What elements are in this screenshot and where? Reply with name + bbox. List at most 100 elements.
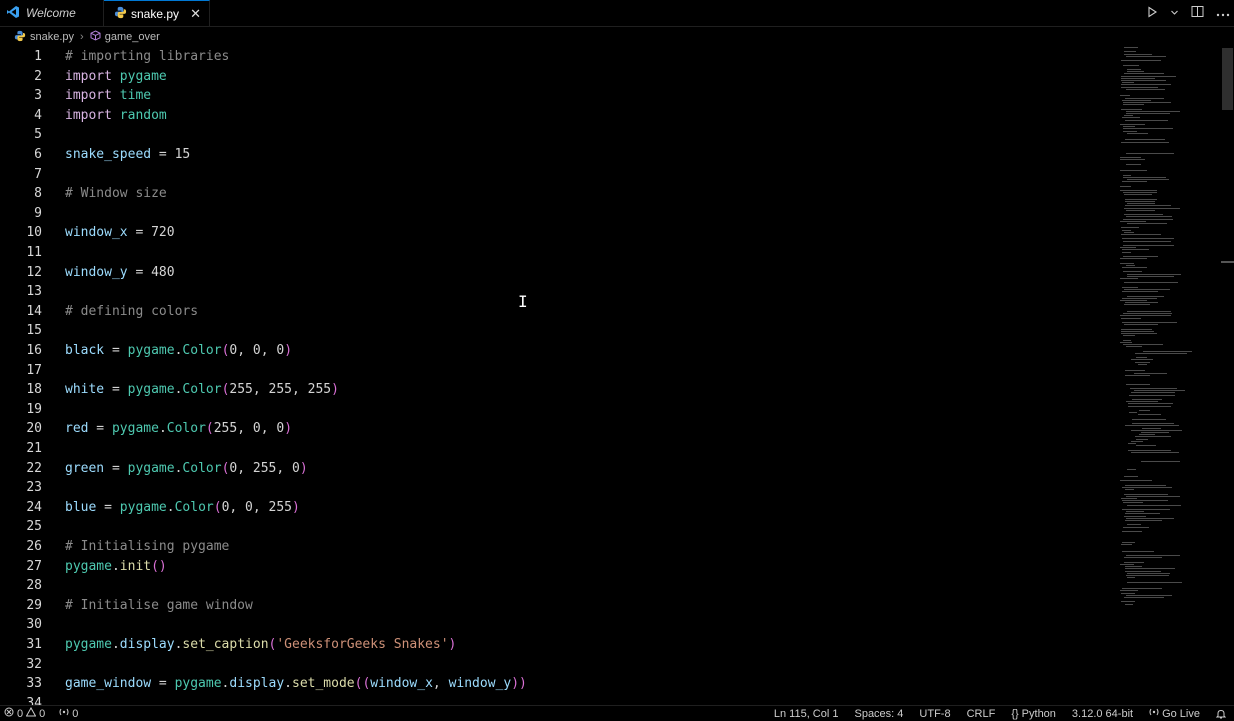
minimap-line: [1122, 238, 1174, 240]
python-icon: [114, 6, 127, 22]
code-line[interactable]: 7: [0, 165, 1116, 185]
code-text: # importing libraries: [65, 47, 229, 67]
code-line[interactable]: 27 pygame.init(): [0, 557, 1116, 577]
indentation[interactable]: Spaces: 4: [854, 708, 903, 720]
code-token: Color: [182, 460, 222, 476]
minimap-line: [1141, 432, 1169, 433]
code-line[interactable]: 26 # Initialising pygame: [0, 537, 1116, 557]
code-line[interactable]: 24 blue = pygame.Color(0, 0, 255): [0, 498, 1116, 518]
breadcrumb-file-label: snake.py: [30, 31, 75, 43]
minimap-line: [1126, 594, 1173, 596]
ports-status[interactable]: 0: [59, 707, 78, 720]
run-icon[interactable]: [1146, 5, 1158, 21]
minimap-line: [1122, 286, 1138, 288]
minimap[interactable]: [1116, 47, 1220, 705]
code-line[interactable]: 20 red = pygame.Color(255, 0, 0): [0, 419, 1116, 439]
code-line[interactable]: 25: [0, 517, 1116, 537]
minimap-line: [1124, 515, 1147, 517]
code-token: =: [151, 147, 175, 162]
code-line[interactable]: 9: [0, 204, 1116, 224]
python-interpreter[interactable]: 3.12.0 64-bit: [1072, 708, 1133, 720]
minimap-line: [1122, 550, 1155, 552]
code-line[interactable]: 12 window_y = 480: [0, 263, 1116, 283]
minimap-line: [1121, 317, 1141, 319]
minimap-line: [1125, 119, 1169, 121]
code-line[interactable]: 3 import time: [0, 86, 1116, 106]
tab-welcome[interactable]: Welcome: [0, 0, 104, 26]
code-line[interactable]: 18 white = pygame.Color(255, 255, 255): [0, 380, 1116, 400]
code-line[interactable]: 22 green = pygame.Color(0, 255, 0): [0, 459, 1116, 479]
code-line[interactable]: 6 snake_speed = 15: [0, 145, 1116, 165]
code-token: .: [111, 558, 120, 574]
code-line[interactable]: 17: [0, 361, 1116, 381]
code-line[interactable]: 8 # Window size: [0, 184, 1116, 204]
code-token: time: [119, 88, 152, 104]
code-line[interactable]: 11: [0, 243, 1116, 263]
code-line[interactable]: 23: [0, 478, 1116, 498]
code-line[interactable]: 19: [0, 400, 1116, 420]
minimap-line: [1125, 302, 1159, 304]
minimap-line: [1131, 359, 1154, 361]
code-line[interactable]: 30: [0, 615, 1116, 635]
minimap-line: [1123, 130, 1137, 132]
minimap-line: [1121, 227, 1139, 229]
line-number: 26: [26, 539, 42, 554]
minimap-line: [1126, 511, 1145, 513]
code-line[interactable]: 14 # defining colors: [0, 302, 1116, 322]
line-number: 25: [26, 519, 42, 535]
minimap-line: [1122, 181, 1148, 183]
close-icon[interactable]: ✕: [190, 6, 201, 22]
vertical-scrollbar[interactable]: [1221, 47, 1234, 705]
encoding[interactable]: UTF-8: [919, 708, 950, 720]
language-label: Python: [1021, 707, 1056, 720]
code-line[interactable]: 34: [0, 694, 1116, 705]
minimap-line: [1120, 300, 1147, 301]
language-mode[interactable]: {} Python: [1011, 708, 1056, 720]
breadcrumb-symbol[interactable]: game_over: [90, 30, 160, 44]
breadcrumb-file[interactable]: snake.py: [14, 30, 74, 45]
line-number: 24: [26, 499, 42, 515]
code-token: 0, 0, 0: [229, 343, 285, 358]
code-line[interactable]: 29 # Initialise game window: [0, 596, 1116, 616]
code-text: # defining colors: [65, 302, 198, 322]
more-actions-icon[interactable]: [1216, 6, 1230, 20]
end-of-line[interactable]: CRLF: [967, 708, 996, 720]
line-number: 15: [26, 323, 42, 339]
minimap-line: [1127, 577, 1136, 579]
minimap-line: [1130, 388, 1178, 389]
minimap-line: [1126, 575, 1169, 576]
code-line[interactable]: 10 window_x = 720: [0, 223, 1116, 243]
minimap-line: [1125, 201, 1155, 202]
code-line[interactable]: 28: [0, 576, 1116, 596]
code-text: green = pygame.Color(0, 255, 0): [65, 459, 308, 479]
minimap-line: [1122, 229, 1132, 231]
minimap-line: [1125, 568, 1175, 570]
go-live-button[interactable]: Go Live: [1149, 707, 1200, 720]
code-line[interactable]: 2 import pygame: [0, 67, 1116, 87]
cursor-position[interactable]: Ln 115, Col 1: [774, 708, 839, 720]
code-line[interactable]: 15: [0, 321, 1116, 341]
minimap-line: [1131, 451, 1180, 453]
code-line[interactable]: 5: [0, 125, 1116, 145]
code-text: import random: [65, 106, 167, 126]
minimap-line: [1128, 405, 1171, 407]
code-line[interactable]: 13: [0, 282, 1116, 302]
tab-snake-py[interactable]: snake.py ✕: [104, 0, 210, 26]
problems-status[interactable]: 0 0: [4, 706, 45, 720]
code-line[interactable]: 33 game_window = pygame.display.set_mode(…: [0, 674, 1116, 694]
code-token: 480: [151, 264, 175, 280]
chevron-down-icon[interactable]: [1170, 6, 1179, 20]
code-line[interactable]: 16 black = pygame.Color(0, 0, 0): [0, 341, 1116, 361]
code-line[interactable]: 32: [0, 655, 1116, 675]
minimap-line: [1138, 363, 1147, 365]
code-line[interactable]: 1 # importing libraries: [0, 47, 1116, 67]
code-token: pygame: [119, 499, 167, 515]
code-line[interactable]: 31 pygame.display.set_caption('GeeksforGe…: [0, 635, 1116, 655]
code-line[interactable]: 4 import random: [0, 106, 1116, 126]
scrollbar-thumb[interactable]: [1222, 48, 1233, 110]
minimap-line: [1127, 295, 1165, 297]
split-editor-icon[interactable]: [1191, 5, 1204, 21]
code-editor[interactable]: 1 # importing libraries 2 import pygame 3 imp…: [0, 47, 1116, 705]
code-line[interactable]: 21: [0, 439, 1116, 459]
bell-icon[interactable]: [1216, 709, 1226, 719]
